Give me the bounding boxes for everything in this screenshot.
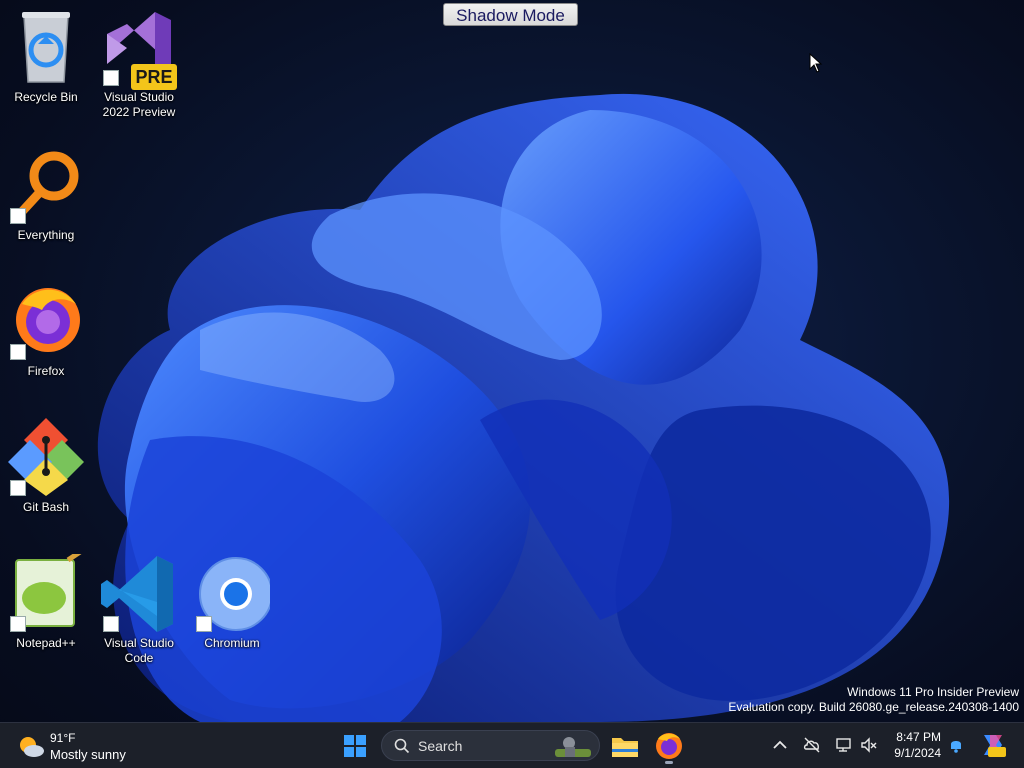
- shortcut-arrow-icon: [10, 616, 26, 632]
- watermark-build: Evaluation copy. Build 26080.ge_release.…: [728, 700, 1019, 714]
- desktop-icon-label: Firefox: [27, 364, 65, 378]
- weather-condition: Mostly sunny: [50, 747, 126, 762]
- chevron-up-icon[interactable]: [771, 736, 789, 754]
- shortcut-arrow-icon: [103, 616, 119, 632]
- desktop-icon-git-bash[interactable]: Git Bash: [2, 418, 90, 515]
- firefox-icon: [656, 733, 682, 759]
- notification-bell-icon[interactable]: [947, 736, 965, 754]
- desktop-icon-label: Chromium: [204, 636, 260, 650]
- desktop-icon-notepad-plus-plus[interactable]: Notepad++: [2, 549, 90, 651]
- clock-date: 9/1/2024: [894, 746, 941, 760]
- start-button[interactable]: [338, 729, 372, 763]
- weather-temperature: 91°F: [50, 731, 76, 745]
- desktop-icon-label: Git Bash: [22, 500, 70, 514]
- windows-logo-icon: [344, 735, 366, 757]
- taskbar-file-explorer[interactable]: [608, 729, 642, 763]
- shortcut-arrow-icon: [103, 70, 119, 86]
- watermark-edition: Windows 11 Pro Insider Preview: [847, 685, 1019, 699]
- search-icon: [394, 738, 410, 754]
- preview-badge: PRE: [131, 64, 177, 90]
- taskbar: 91°F Mostly sunny Search 8:47 PM 9/1/202…: [0, 722, 1024, 768]
- desktop-icon-recycle-bin[interactable]: Recycle Bin: [2, 8, 90, 105]
- search-highlight-icon: [555, 737, 591, 757]
- desktop-icon-label: Notepad++: [16, 636, 76, 650]
- shortcut-arrow-icon: [196, 616, 212, 632]
- evaluation-watermark: Windows 11 Pro Insider Preview Evaluatio…: [728, 685, 1019, 715]
- shortcut-arrow-icon: [10, 344, 26, 360]
- mouse-cursor-icon: [809, 53, 823, 73]
- search-placeholder: Search: [418, 738, 463, 754]
- recycle-bin-icon: [22, 12, 70, 83]
- desktop-icon-label: Everything: [17, 228, 75, 242]
- shadow-mode-button[interactable]: Shadow Mode: [443, 3, 578, 26]
- clock-time: 8:47 PM: [896, 730, 941, 744]
- running-indicator: [665, 761, 673, 764]
- desktop-icon-chromium[interactable]: Chromium: [188, 554, 276, 651]
- speaker-muted-icon[interactable]: [860, 736, 878, 754]
- folder-icon: [612, 738, 638, 757]
- taskbar-firefox[interactable]: [652, 729, 686, 764]
- desktop-icon-label: Visual Studio Code: [104, 636, 174, 665]
- desktop-icon-label: Visual Studio 2022 Preview: [102, 90, 176, 119]
- shortcut-arrow-icon: [10, 208, 26, 224]
- copilot-preview-icon[interactable]: [980, 731, 1006, 759]
- desktop-icon-visual-studio-preview[interactable]: PRE Visual Studio 2022 Preview: [95, 8, 183, 120]
- desktop-icon-vscode[interactable]: Visual Studio Code: [95, 554, 183, 666]
- onedrive-offline-icon[interactable]: [803, 736, 821, 754]
- desktop-icon-everything[interactable]: Everything: [2, 146, 90, 243]
- taskbar-search-box[interactable]: Search: [381, 730, 600, 761]
- desktop-icon-firefox[interactable]: Firefox: [2, 282, 90, 379]
- shortcut-arrow-icon: [10, 480, 26, 496]
- desktop-icon-label: Recycle Bin: [14, 90, 78, 104]
- network-icon[interactable]: [835, 736, 853, 754]
- taskbar-clock[interactable]: 8:47 PM 9/1/2024: [885, 729, 941, 761]
- weather-sun-icon: [20, 737, 44, 757]
